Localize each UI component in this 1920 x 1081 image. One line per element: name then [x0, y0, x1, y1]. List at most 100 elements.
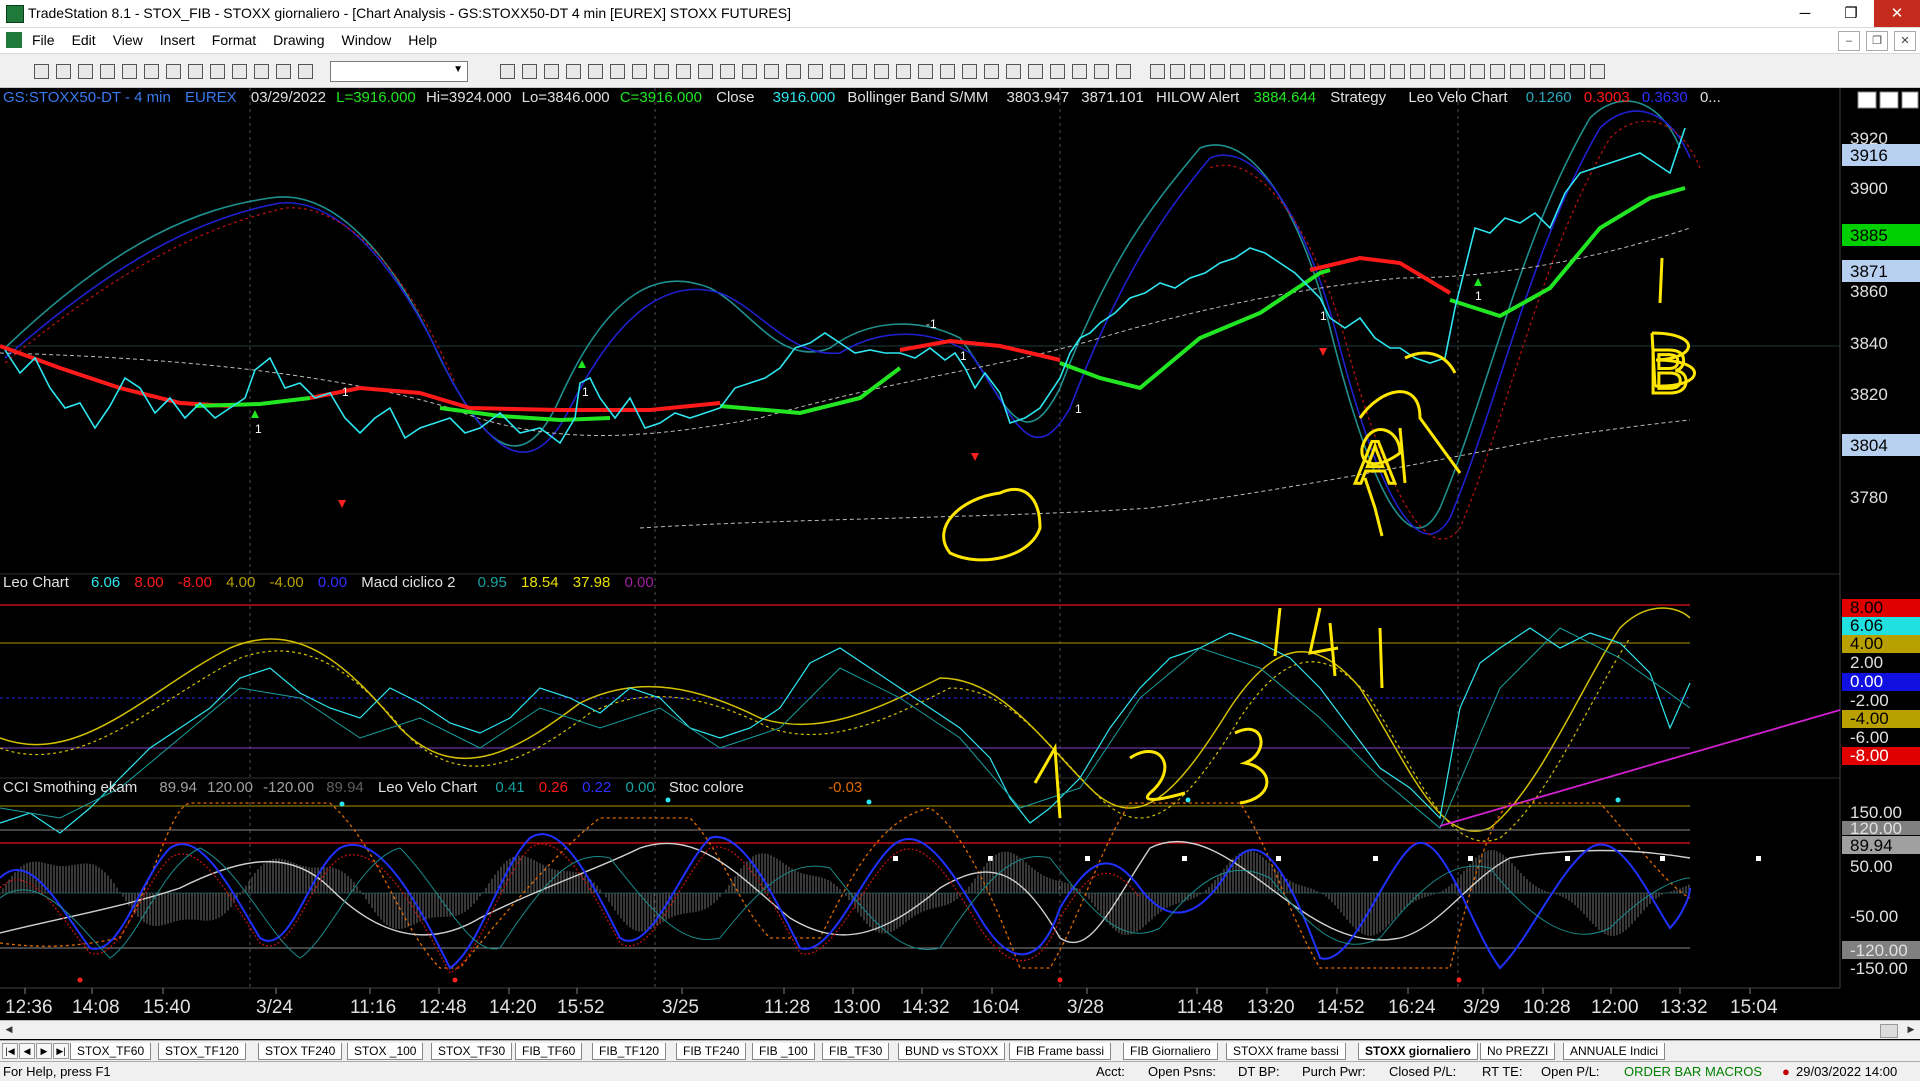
toolbar-tool-icon[interactable] [500, 64, 515, 79]
toolbar-tool-icon[interactable] [1028, 64, 1043, 79]
tradestation-app-icon[interactable] [6, 5, 24, 23]
toolbar-tool-icon[interactable] [1170, 64, 1185, 79]
menu-file[interactable]: File [32, 32, 55, 48]
toolbar-tool-icon[interactable] [1570, 64, 1585, 79]
mdi-close-button[interactable]: ✕ [1894, 31, 1916, 51]
chart-window-icon[interactable] [6, 32, 22, 48]
toolbar-tool-icon[interactable] [1430, 64, 1445, 79]
mdi-restore-button[interactable]: ❐ [1866, 31, 1888, 51]
close-button[interactable]: ✕ [1874, 0, 1920, 27]
toolbar-tool-icon[interactable] [588, 64, 603, 79]
toolbar-tool-icon[interactable] [276, 64, 291, 79]
scroll-left-icon[interactable]: ◀ [2, 1024, 16, 1036]
tab-stox-tf60[interactable]: STOX_TF60 [70, 1043, 152, 1060]
tab-fib-tf240[interactable]: FIB TF240 [676, 1043, 747, 1060]
toolbar-tool-icon[interactable] [962, 64, 977, 79]
toolbar-tool-icon[interactable] [940, 64, 955, 79]
toolbar-tool-icon[interactable] [188, 64, 203, 79]
toolbar-tool-icon[interactable] [786, 64, 801, 79]
panel-window-controls[interactable] [1857, 91, 1919, 109]
toolbar-tool-icon[interactable] [1490, 64, 1505, 79]
toolbar-tool-icon[interactable] [522, 64, 537, 79]
toolbar-tool-icon[interactable] [1530, 64, 1545, 79]
toolbar-tool-icon[interactable] [1230, 64, 1245, 79]
toolbar-tool-icon[interactable] [1450, 64, 1465, 79]
order-bar-button[interactable]: ORDER BAR [1624, 1064, 1701, 1079]
toolbar-tool-icon[interactable] [254, 64, 269, 79]
tab-stox-100[interactable]: STOX _100 [347, 1043, 424, 1060]
menu-drawing[interactable]: Drawing [273, 32, 324, 48]
toolbar-tool-icon[interactable] [874, 64, 889, 79]
tab-no-prezzi[interactable]: No PREZZI [1480, 1043, 1556, 1060]
tab-stox-tf240[interactable]: STOX TF240 [258, 1043, 343, 1060]
toolbar-tool-icon[interactable] [544, 64, 559, 79]
toolbar-tool-icon[interactable] [1550, 64, 1565, 79]
toolbar-tool-icon[interactable] [742, 64, 757, 79]
tab-stoxx-giornaliero[interactable]: STOXX giornaliero [1358, 1043, 1478, 1060]
tab-fib-100[interactable]: FIB _100 [752, 1043, 815, 1060]
toolbar-tool-icon[interactable] [896, 64, 911, 79]
toolbar-tool-icon[interactable] [1390, 64, 1405, 79]
toolbar-tool-icon[interactable] [1290, 64, 1305, 79]
prev-tab-icon[interactable]: ◀ [19, 1043, 35, 1059]
tab-fib-tf30[interactable]: FIB_TF30 [822, 1043, 890, 1060]
toolbar-tool-icon[interactable] [1270, 64, 1285, 79]
toolbar-tool-icon[interactable] [1410, 64, 1425, 79]
tab-stoxx-frame-bassi[interactable]: STOXX frame bassi [1226, 1043, 1346, 1060]
menu-view[interactable]: View [113, 32, 143, 48]
toolbar-tool-icon[interactable] [764, 64, 779, 79]
toolbar-tool-icon[interactable] [918, 64, 933, 79]
toolbar-tool-icon[interactable] [78, 64, 93, 79]
tab-fib-giornaliero[interactable]: FIB Giornaliero [1123, 1043, 1218, 1060]
toolbar-tool-icon[interactable] [1072, 64, 1087, 79]
toolbar-tool-icon[interactable] [122, 64, 137, 79]
toolbar-tool-icon[interactable] [1510, 64, 1525, 79]
menu-insert[interactable]: Insert [160, 32, 195, 48]
tab-fib-tf60[interactable]: FIB_TF60 [515, 1043, 583, 1060]
macros-button[interactable]: MACROS [1705, 1064, 1762, 1079]
toolbar-tool-icon[interactable] [1190, 64, 1205, 79]
toolbar-tool-icon[interactable] [720, 64, 735, 79]
tab-bund-vs-stoxx[interactable]: BUND vs STOXX [898, 1043, 1006, 1060]
tab-annuale-indici[interactable]: ANNUALE Indici [1563, 1043, 1666, 1060]
toolbar-tool-icon[interactable] [1150, 64, 1165, 79]
toolbar-tool-icon[interactable] [210, 64, 225, 79]
toolbar-tool-icon[interactable] [1350, 64, 1365, 79]
toolbar-tool-icon[interactable] [1310, 64, 1325, 79]
toolbar-tool-icon[interactable] [1116, 64, 1131, 79]
toolbar-tool-icon[interactable] [34, 64, 49, 79]
toolbar-tool-icon[interactable] [632, 64, 647, 79]
maximize-button[interactable]: ❐ [1828, 0, 1874, 27]
scroll-thumb[interactable] [1880, 1024, 1898, 1038]
toolbar-tool-icon[interactable] [1094, 64, 1109, 79]
toolbar-tool-icon[interactable] [566, 64, 581, 79]
tab-stox-tf30[interactable]: STOX_TF30 [431, 1043, 513, 1060]
toolbar-tool-icon[interactable] [1006, 64, 1021, 79]
toolbar-tool-icon[interactable] [1330, 64, 1345, 79]
tab-fib-tf120[interactable]: FIB_TF120 [592, 1043, 667, 1060]
toolbar-tool-icon[interactable] [698, 64, 713, 79]
menu-format[interactable]: Format [212, 32, 256, 48]
toolbar-tool-icon[interactable] [1590, 64, 1605, 79]
tab-stox-tf120[interactable]: STOX_TF120 [158, 1043, 246, 1060]
toolbar-tool-icon[interactable] [610, 64, 625, 79]
toolbar-tool-icon[interactable] [298, 64, 313, 79]
menu-edit[interactable]: Edit [72, 32, 96, 48]
last-tab-icon[interactable]: ▶| [53, 1043, 69, 1059]
menu-help[interactable]: Help [408, 32, 437, 48]
toolbar-tool-icon[interactable] [56, 64, 71, 79]
first-tab-icon[interactable]: |◀ [2, 1043, 18, 1059]
toolbar-tool-icon[interactable] [830, 64, 845, 79]
chart-window[interactable]: 1 1 1 -1 1 1 1 1 A B GS:STOXX50-DT - 4 m… [0, 88, 1920, 1064]
symbol-combo[interactable]: ▼ [330, 61, 468, 82]
toolbar-tool-icon[interactable] [232, 64, 247, 79]
toolbar-tool-icon[interactable] [984, 64, 999, 79]
toolbar-tool-icon[interactable] [808, 64, 823, 79]
toolbar-tool-icon[interactable] [166, 64, 181, 79]
toolbar-tool-icon[interactable] [852, 64, 867, 79]
tab-fib-frame-bassi[interactable]: FIB Frame bassi [1009, 1043, 1112, 1060]
toolbar-tool-icon[interactable] [144, 64, 159, 79]
toolbar-tool-icon[interactable] [1370, 64, 1385, 79]
minimize-button[interactable]: ─ [1782, 0, 1828, 27]
toolbar-tool-icon[interactable] [100, 64, 115, 79]
